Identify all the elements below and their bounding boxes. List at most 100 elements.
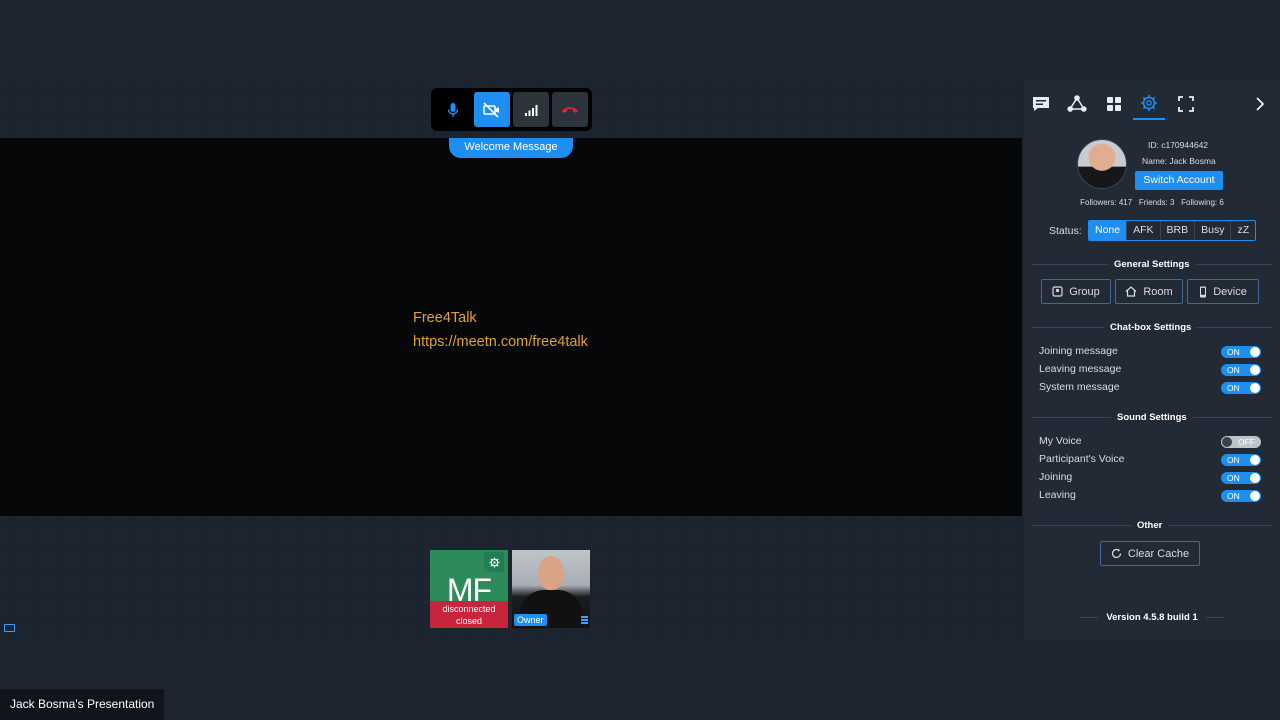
microphone-icon (447, 102, 459, 117)
general-settings-buttons: Group Room Device (1041, 279, 1259, 304)
participant-voice-row: Participant's Voice ON (1039, 453, 1261, 467)
leaving-sound-row: Leaving ON (1039, 489, 1261, 503)
refresh-icon (1111, 548, 1122, 559)
toggle-knob (1250, 473, 1260, 483)
participant-connection-status: disconnected closed (430, 601, 508, 628)
room-button[interactable]: Room (1115, 279, 1183, 304)
sidebar-tabs (1024, 80, 1280, 120)
owner-badge: Owner (514, 614, 547, 626)
profile-stats: Followers: 417 Friends: 3 Following: 6 (1024, 198, 1280, 207)
device-label: Device (1213, 285, 1247, 298)
presentation-caption: Jack Bosma's Presentation (0, 689, 165, 720)
settings-icon (1141, 95, 1157, 111)
hang-up-icon (562, 106, 578, 113)
status-afk[interactable]: AFK (1126, 221, 1159, 240)
clear-cache-button[interactable]: Clear Cache (1100, 541, 1200, 566)
collapse-sidebar-button[interactable] (1244, 88, 1276, 120)
connection-quality-button[interactable] (513, 92, 549, 127)
keyboard-icon[interactable] (4, 624, 15, 632)
participant-tiles: MF disconnected closed Owner (430, 550, 590, 628)
bottom-letterbox (0, 640, 1280, 720)
tile-settings-button[interactable] (484, 552, 504, 572)
mic-button[interactable] (435, 92, 471, 127)
group-button[interactable]: Group (1041, 279, 1111, 304)
group-icon (1052, 286, 1063, 297)
sound-settings-title: Sound Settings (1111, 412, 1193, 423)
following-count[interactable]: Following: 6 (1181, 198, 1224, 207)
toggle-knob (1250, 455, 1260, 465)
status-line-2: closed (455, 616, 482, 626)
status-options: None AFK BRB Busy zZ (1088, 220, 1257, 241)
message-title: Free4Talk (413, 310, 477, 326)
tab-chat[interactable] (1025, 88, 1057, 120)
tab-settings[interactable] (1133, 88, 1165, 120)
camera-button[interactable] (474, 92, 510, 127)
group-label: Group (1069, 285, 1100, 298)
joining-message-toggle[interactable]: ON (1221, 346, 1261, 358)
clear-cache-label: Clear Cache (1127, 547, 1190, 560)
status-line-1: disconnected (442, 604, 496, 614)
system-message-toggle[interactable]: ON (1221, 382, 1261, 394)
participant-tile-owner[interactable]: Owner (512, 550, 590, 628)
room-label: Room (1143, 285, 1173, 298)
tile-menu-icon[interactable] (581, 616, 588, 624)
status-selector: Status: None AFK BRB Busy zZ (1049, 220, 1257, 241)
switch-account-button[interactable]: Switch Account (1135, 171, 1223, 190)
profile-id: ID: c170944642 (1148, 140, 1209, 150)
general-settings-title: General Settings (1108, 259, 1196, 270)
signal-bars-icon (525, 104, 538, 116)
toggle-state: ON (1227, 347, 1240, 357)
my-voice-toggle[interactable]: OFF (1221, 436, 1261, 448)
toggle-state: ON (1227, 473, 1240, 483)
leaving-message-row: Leaving message ON (1039, 363, 1261, 377)
friends-count[interactable]: Friends: 3 (1139, 198, 1175, 207)
leaving-message-toggle[interactable]: ON (1221, 364, 1261, 376)
collapse-arrow-icon (1256, 97, 1265, 111)
toggle-label: Joining message (1039, 345, 1118, 357)
system-message-row: System message ON (1039, 381, 1261, 395)
home-icon (1125, 286, 1137, 297)
device-button[interactable]: Device (1187, 279, 1259, 304)
version-label: Version 4.5.8 build 1 (1106, 612, 1198, 623)
status-zz[interactable]: zZ (1230, 221, 1255, 240)
tab-community[interactable] (1061, 88, 1093, 120)
status-brb[interactable]: BRB (1159, 221, 1195, 240)
other-title: Other (1131, 520, 1169, 531)
toggle-state: ON (1227, 491, 1240, 501)
leaving-sound-toggle[interactable]: ON (1221, 490, 1261, 502)
community-icon (1067, 95, 1087, 112)
toggle-label: My Voice (1039, 435, 1082, 447)
toggle-label: Leaving message (1039, 363, 1122, 375)
message-link[interactable]: https://meetn.com/free4talk (413, 330, 588, 354)
top-letterbox (0, 0, 1280, 80)
camera-off-icon (483, 101, 499, 118)
settings-sidebar: ID: c170944642 Name: Jack Bosma Switch A… (1024, 80, 1280, 640)
followers-count[interactable]: Followers: 417 (1080, 198, 1132, 207)
tab-fullscreen[interactable] (1170, 88, 1202, 120)
my-voice-row: My Voice OFF (1039, 435, 1261, 449)
status-none[interactable]: None (1089, 221, 1127, 240)
toggle-knob (1250, 365, 1260, 375)
joining-message-row: Joining message ON (1039, 345, 1261, 359)
toggle-label: Leaving (1039, 489, 1076, 501)
joining-sound-row: Joining ON (1039, 471, 1261, 485)
toggle-state: ON (1227, 383, 1240, 393)
call-controls (431, 88, 592, 131)
toggle-label: Participant's Voice (1039, 453, 1125, 465)
welcome-message-button[interactable]: Welcome Message (449, 138, 573, 158)
joining-sound-toggle[interactable]: ON (1221, 472, 1261, 484)
participant-voice-toggle[interactable]: ON (1221, 454, 1261, 466)
avatar (1077, 139, 1127, 189)
toggle-knob (1222, 437, 1232, 447)
tab-grid[interactable] (1098, 88, 1130, 120)
status-busy[interactable]: Busy (1194, 221, 1230, 240)
toggle-knob (1250, 347, 1260, 357)
chatbox-settings-title: Chat-box Settings (1104, 322, 1198, 333)
meeting-stage: Welcome Message Free4Talk https://meetn.… (0, 80, 1022, 640)
hang-up-button[interactable] (552, 92, 588, 127)
owner-face (538, 556, 564, 590)
participant-tile-mf[interactable]: MF disconnected closed (430, 550, 508, 628)
toggle-knob (1250, 491, 1260, 501)
phone-icon (1200, 286, 1207, 297)
chat-icon (1033, 97, 1049, 111)
